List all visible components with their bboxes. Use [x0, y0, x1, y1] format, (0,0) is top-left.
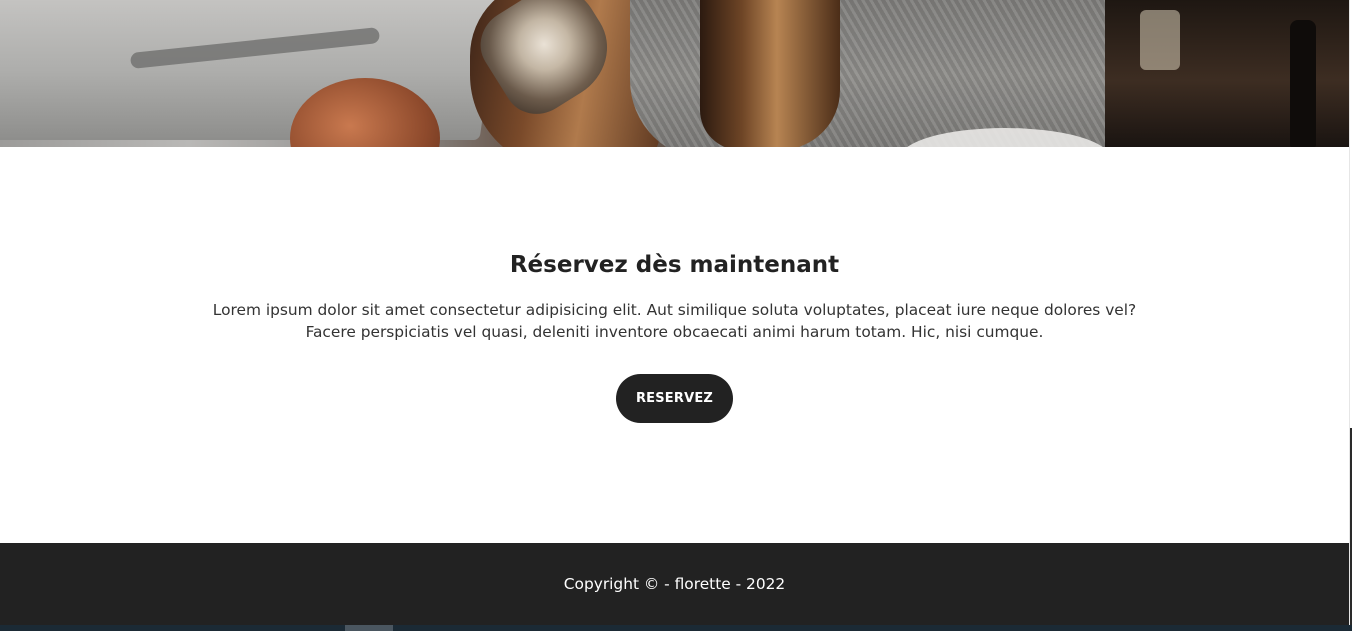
footer-copyright: Copyright © - florette - 2022	[563, 575, 786, 593]
hero-image	[0, 0, 1349, 147]
hero-lamp-shape	[1140, 10, 1180, 70]
hero-hair-right-shape	[700, 0, 840, 147]
taskbar-item[interactable]	[345, 625, 393, 631]
footer: Copyright © - florette - 2022	[0, 543, 1349, 625]
section-title: Réservez dès maintenant	[509, 252, 840, 278]
taskbar	[0, 625, 1352, 631]
page: Réservez dès maintenant Lorem ipsum dolo…	[0, 0, 1352, 631]
reserve-button[interactable]: RESERVEZ	[616, 374, 733, 423]
hero-bottle-shape	[1290, 20, 1316, 147]
section-description: Lorem ipsum dolor sit amet consectetur a…	[212, 301, 1137, 341]
